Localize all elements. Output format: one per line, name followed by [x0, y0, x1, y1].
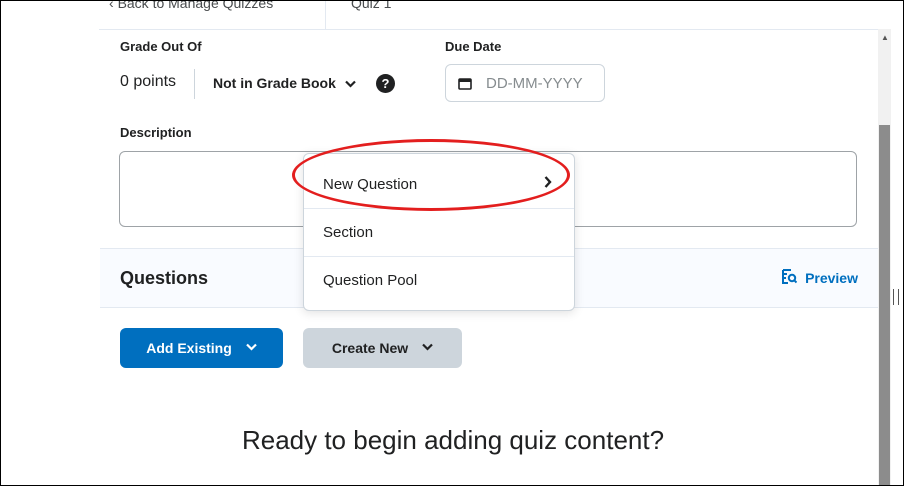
menu-item-new-question[interactable]: New Question: [304, 160, 574, 208]
resize-grip[interactable]: [893, 289, 899, 305]
due-date-label: Due Date: [445, 39, 502, 54]
quiz-editor-window: ‹ Back to Manage Quizzes Quiz 1 Grade Ou…: [0, 0, 904, 486]
due-date-input[interactable]: [484, 73, 598, 93]
menu-item-section[interactable]: Section: [304, 208, 574, 256]
grade-divider: [194, 69, 195, 99]
chevron-down-icon: [246, 342, 257, 354]
add-existing-button[interactable]: Add Existing: [120, 328, 283, 368]
points-value[interactable]: 0 points: [120, 73, 176, 91]
back-link-label: Back to Manage Quizzes: [117, 0, 274, 11]
grade-out-of-label: Grade Out Of: [120, 39, 202, 54]
scrollbar-thumb[interactable]: [879, 125, 890, 485]
nav-divider: [325, 1, 326, 29]
create-new-label: Create New: [331, 340, 409, 356]
chevron-left-icon: ‹: [109, 0, 118, 11]
menu-item-label: New Question: [323, 175, 418, 193]
top-navigation: ‹ Back to Manage Quizzes Quiz 1: [99, 0, 889, 30]
questions-title: Questions: [120, 268, 209, 288]
preview-icon: [782, 269, 798, 287]
calendar-icon: [458, 77, 472, 90]
add-existing-label: Add Existing: [146, 340, 232, 356]
create-new-button[interactable]: Create New: [303, 328, 462, 368]
chevron-down-icon: [342, 77, 357, 91]
help-icon[interactable]: ?: [376, 74, 395, 93]
gradebook-dropdown-label: Not in Grade Book: [213, 75, 336, 91]
chevron-right-icon: [544, 175, 552, 192]
scroll-up-icon[interactable]: ▲: [881, 33, 889, 42]
preview-button[interactable]: Preview: [782, 269, 858, 287]
menu-item-label: Question Pool: [323, 272, 418, 289]
chevron-down-icon: [422, 342, 433, 354]
back-link[interactable]: ‹ Back to Manage Quizzes: [109, 0, 274, 11]
description-label: Description: [120, 125, 192, 140]
empty-state-message: Ready to begin adding quiz content?: [241, 425, 665, 455]
menu-item-question-pool[interactable]: Question Pool: [304, 256, 574, 304]
preview-label: Preview: [805, 270, 858, 286]
vertical-scrollbar[interactable]: ▲: [878, 29, 891, 485]
gradebook-dropdown[interactable]: Not in Grade Book: [213, 75, 357, 91]
quiz-name-breadcrumb[interactable]: Quiz 1: [351, 1, 391, 11]
due-date-field[interactable]: [445, 64, 605, 102]
menu-item-label: Section: [323, 224, 374, 241]
create-new-menu: New Question Section Question Pool: [303, 153, 575, 311]
